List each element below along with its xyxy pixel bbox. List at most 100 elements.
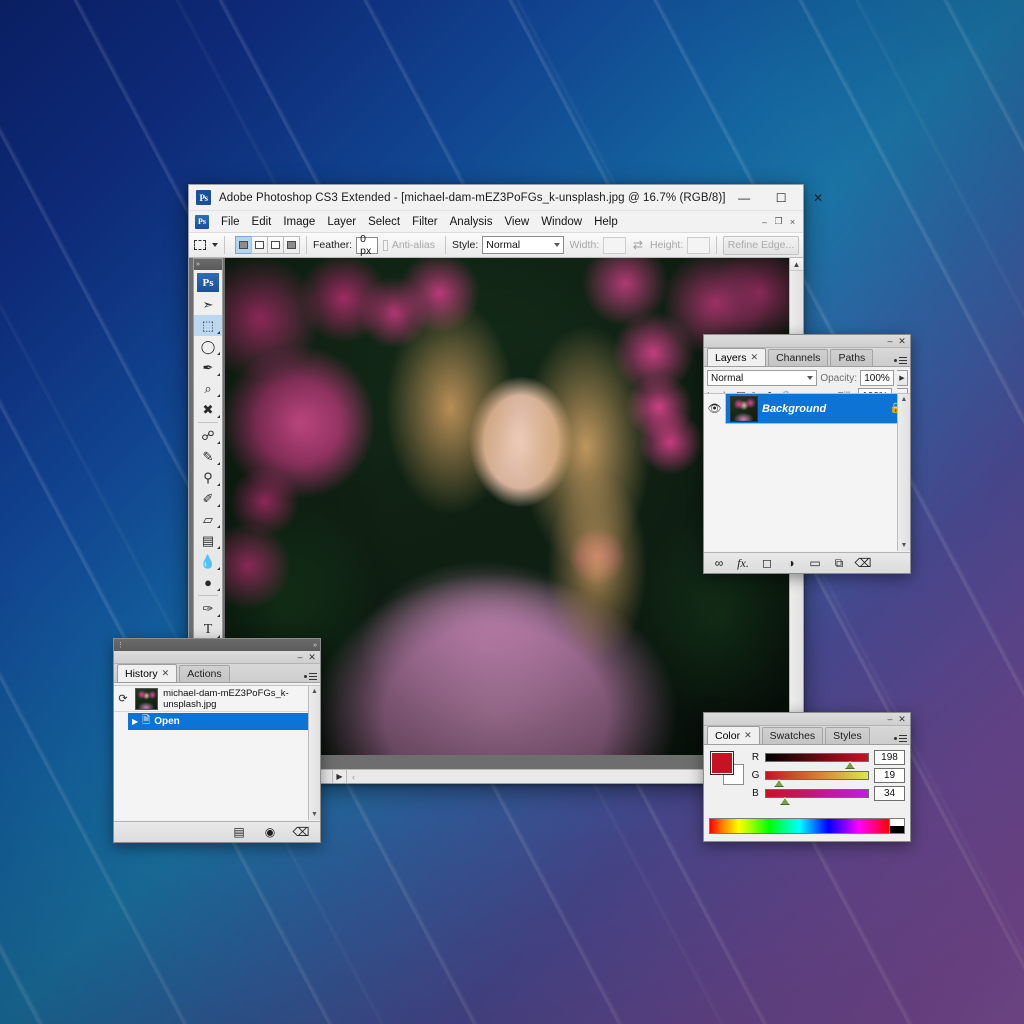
layers-scroll-up-icon[interactable]: ▲ xyxy=(901,396,908,403)
history-vertical-scrollbar[interactable]: ▲ ▼ xyxy=(308,686,320,820)
layers-palette-titlebar[interactable]: – ✕ xyxy=(704,335,910,348)
color-close-button[interactable]: ✕ xyxy=(896,713,908,725)
eraser-tool[interactable]: ▱ xyxy=(194,509,222,530)
layers-palette-grip[interactable] xyxy=(704,335,884,347)
tab-close-icon[interactable]: ✕ xyxy=(162,668,170,679)
history-scroll-down-icon[interactable]: ▼ xyxy=(311,811,318,818)
feather-input[interactable]: 0 px xyxy=(356,233,379,257)
active-tool-preview[interactable] xyxy=(193,236,207,255)
layers-close-button[interactable]: ✕ xyxy=(896,335,908,347)
link-layers-icon[interactable]: ∞ xyxy=(708,554,730,572)
layer-visibility-eye-icon[interactable]: 👁 xyxy=(704,394,726,424)
delete-state-icon[interactable]: ⌫ xyxy=(290,823,312,841)
blur-tool[interactable]: 💧 xyxy=(194,551,222,572)
history-palette-titlebar[interactable]: – ✕ xyxy=(114,651,320,664)
layer-style-icon[interactable]: fx. xyxy=(732,554,754,572)
magic-wand-tool[interactable]: ✒ xyxy=(194,357,222,378)
subtract-from-selection-button[interactable] xyxy=(267,236,284,254)
state-caret-icon[interactable]: ▶ xyxy=(132,717,138,726)
menu-window[interactable]: Window xyxy=(535,214,588,230)
add-to-selection-button[interactable] xyxy=(251,236,268,254)
document-close-button[interactable]: × xyxy=(786,214,799,230)
clone-stamp-tool[interactable]: ⚲ xyxy=(194,467,222,488)
layers-scroll-down-icon[interactable]: ▼ xyxy=(901,542,908,549)
antialias-checkbox[interactable] xyxy=(382,239,388,251)
color-palette-grip[interactable] xyxy=(704,713,884,725)
photoshop-menu-logo-icon[interactable]: Ps xyxy=(195,214,209,229)
status-popup-arrow-icon[interactable]: ▶ xyxy=(333,769,347,783)
move-tool[interactable]: ➣ xyxy=(194,294,222,315)
red-value-input[interactable]: 198 xyxy=(874,750,905,765)
swap-dimensions-icon[interactable]: ⇄ xyxy=(633,238,643,252)
history-state-open[interactable]: ▶ 🗎 Open xyxy=(128,713,318,730)
color-ramp[interactable] xyxy=(709,818,890,834)
menu-analysis[interactable]: Analysis xyxy=(444,214,499,230)
panel-menu-icon[interactable] xyxy=(894,356,907,364)
new-layer-icon[interactable]: ⧉ xyxy=(828,554,850,572)
pen-tool[interactable]: ✑ xyxy=(194,598,222,619)
layers-minimize-button[interactable]: – xyxy=(884,335,896,347)
tab-history[interactable]: History ✕ xyxy=(117,664,178,682)
intersect-selection-button[interactable] xyxy=(283,236,300,254)
green-slider-thumb[interactable] xyxy=(773,779,784,786)
window-titlebar[interactable]: Ps Adobe Photoshop CS3 Extended - [micha… xyxy=(189,185,823,211)
tab-layers[interactable]: Layers ✕ xyxy=(707,348,767,366)
slice-tool[interactable]: ✖ xyxy=(194,399,222,420)
green-slider-track[interactable] xyxy=(765,771,869,786)
opacity-value[interactable]: 100% xyxy=(860,370,894,386)
lasso-tool[interactable]: ◯ xyxy=(194,336,222,357)
new-group-icon[interactable]: ▭ xyxy=(804,554,826,572)
red-slider-thumb[interactable] xyxy=(845,761,856,768)
color-ramp-black-white-swatches[interactable] xyxy=(890,818,905,834)
green-value-input[interactable]: 19 xyxy=(874,768,905,783)
history-snapshot-row[interactable]: ⟳ michael-dam-mEZ3PoFGs_k-unsplash.jpg xyxy=(114,686,320,712)
history-palette-dock-grip[interactable]: ⋮ » xyxy=(114,639,320,651)
refine-edge-button[interactable]: Refine Edge... xyxy=(723,235,799,255)
menu-view[interactable]: View xyxy=(498,214,535,230)
crop-tool[interactable]: ⌕ xyxy=(194,378,222,399)
menu-select[interactable]: Select xyxy=(362,214,406,230)
history-palette-grip[interactable] xyxy=(114,651,294,663)
history-scroll-up-icon[interactable]: ▲ xyxy=(311,688,318,695)
scroll-up-arrow-icon[interactable]: ▲ xyxy=(790,258,803,271)
history-brush-tool[interactable]: ✐ xyxy=(194,488,222,509)
delete-layer-icon[interactable]: ⌫ xyxy=(852,554,874,572)
blend-mode-select[interactable]: Normal xyxy=(707,370,818,386)
tool-preset-chevron-down-icon[interactable] xyxy=(212,243,218,247)
new-snapshot-icon[interactable]: ◉ xyxy=(259,823,281,841)
width-input[interactable] xyxy=(603,236,626,254)
history-expand-icon[interactable]: » xyxy=(313,642,317,649)
opacity-slider-arrow-icon[interactable]: ▶ xyxy=(897,370,908,386)
document-restore-button[interactable]: ❐ xyxy=(772,214,785,230)
color-minimize-button[interactable]: – xyxy=(884,713,896,725)
tab-close-icon[interactable]: ✕ xyxy=(744,730,752,741)
blue-slider-thumb[interactable] xyxy=(779,797,790,804)
panel-menu-icon[interactable] xyxy=(894,734,907,742)
foreground-color-swatch[interactable] xyxy=(710,751,734,775)
tab-paths[interactable]: Paths xyxy=(830,349,874,366)
menu-edit[interactable]: Edit xyxy=(246,214,278,230)
menu-help[interactable]: Help xyxy=(588,214,624,230)
history-minimize-button[interactable]: – xyxy=(294,651,306,663)
panel-menu-icon[interactable] xyxy=(304,672,317,680)
layers-vertical-scrollbar[interactable]: ▲ ▼ xyxy=(897,394,910,551)
tab-channels[interactable]: Channels xyxy=(768,349,829,366)
minimize-button[interactable]: — xyxy=(726,185,763,211)
red-slider-track[interactable] xyxy=(765,753,869,768)
dodge-tool[interactable]: ● xyxy=(194,572,222,593)
new-document-from-state-icon[interactable]: ▤ xyxy=(228,823,250,841)
menu-file[interactable]: File xyxy=(215,214,246,230)
brush-tool[interactable]: ✎ xyxy=(194,446,222,467)
layer-mask-icon[interactable]: ◻ xyxy=(756,554,778,572)
adjustment-layer-icon[interactable]: ◑ xyxy=(780,554,802,572)
healing-brush-tool[interactable]: ☍ xyxy=(194,425,222,446)
document-minimize-button[interactable]: – xyxy=(758,214,771,230)
menu-filter[interactable]: Filter xyxy=(406,214,444,230)
type-tool[interactable]: T xyxy=(194,619,222,640)
toolbox-grip[interactable]: » xyxy=(194,259,222,270)
style-select[interactable]: Normal xyxy=(482,236,565,254)
rectangular-marquee-tool[interactable]: ⬚ xyxy=(194,315,222,336)
tab-close-icon[interactable]: ✕ xyxy=(751,352,759,363)
toolbox-ps-badge-icon[interactable]: Ps xyxy=(197,273,219,292)
tab-color[interactable]: Color ✕ xyxy=(707,726,760,744)
